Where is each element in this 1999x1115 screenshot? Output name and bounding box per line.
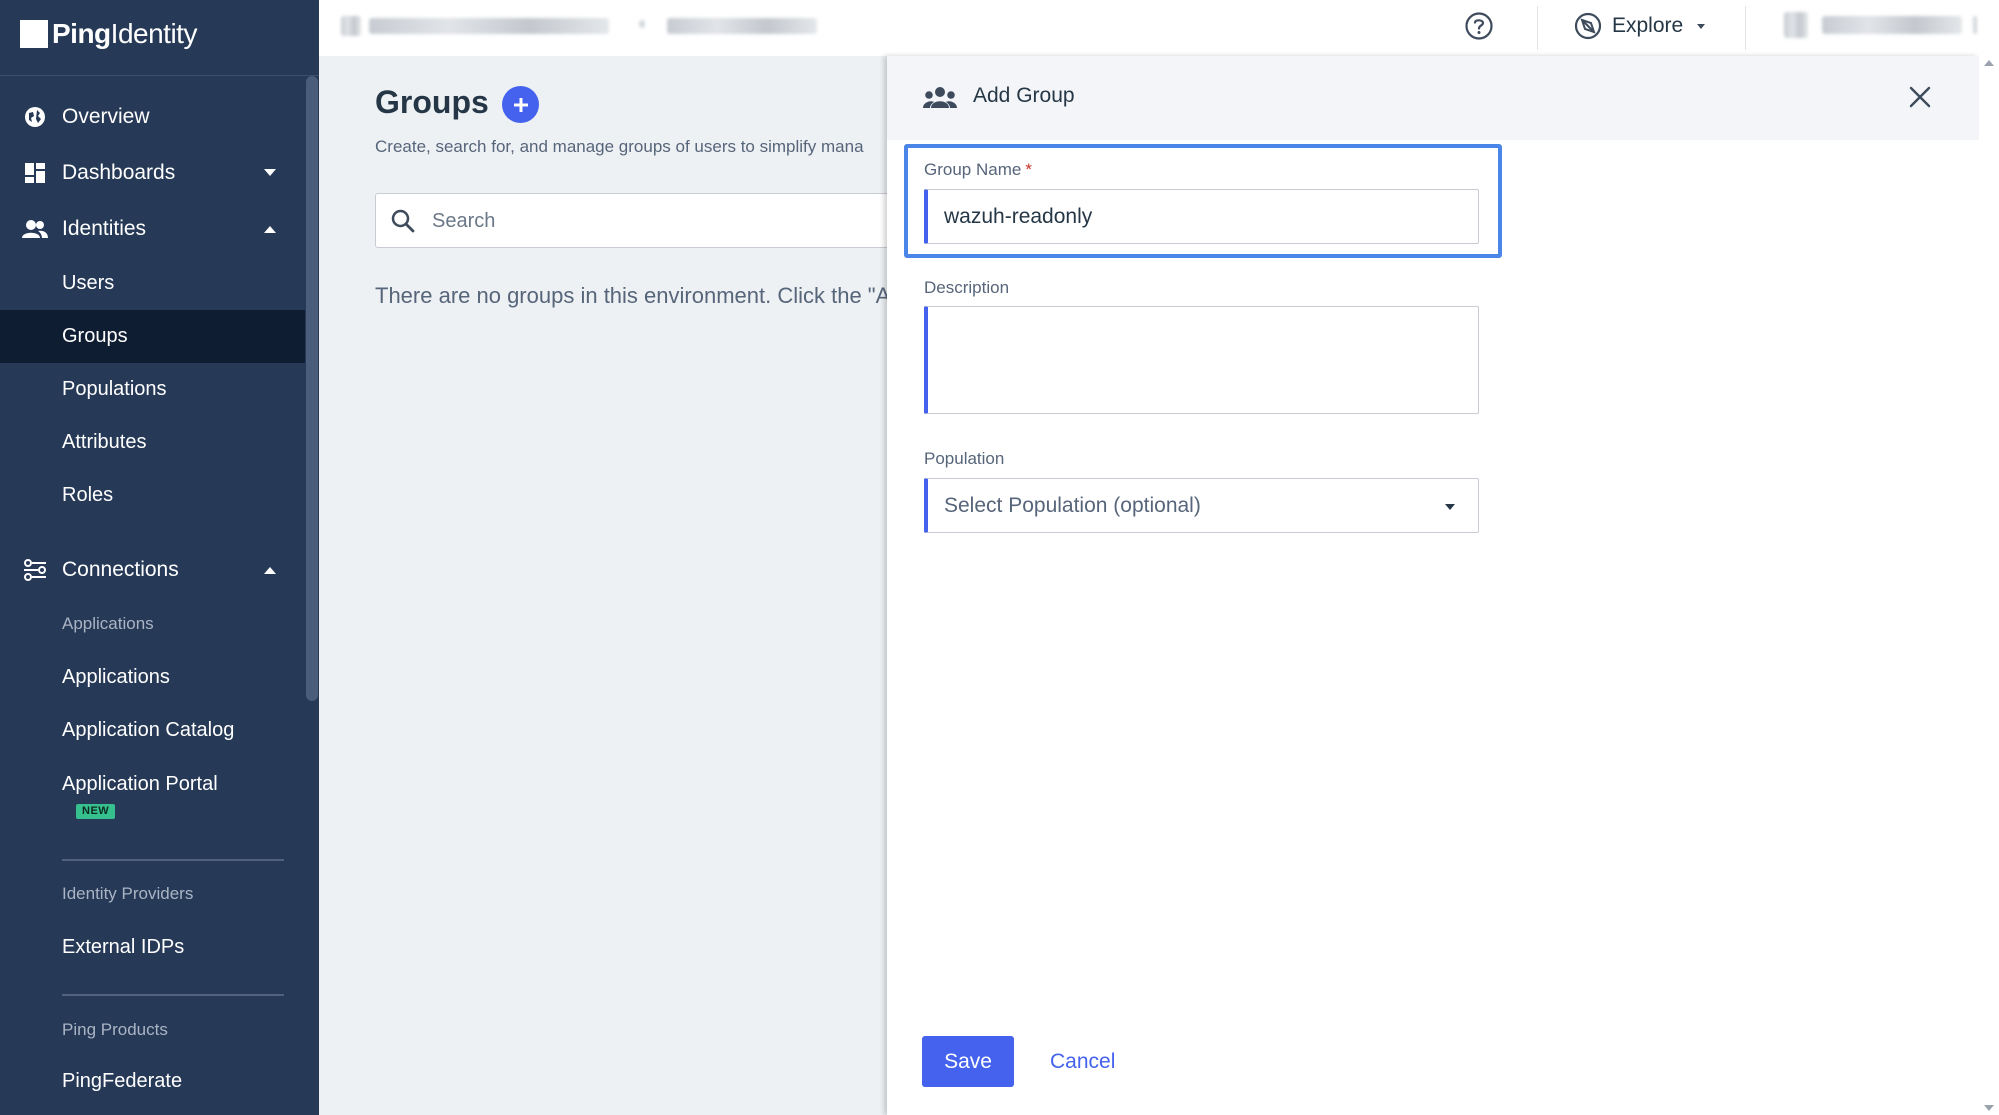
search-field[interactable] (375, 193, 895, 248)
sidebar-item-label: Populations (62, 378, 167, 400)
environment-icon-redacted (341, 16, 361, 36)
population-label: Population (924, 449, 1005, 468)
sidebar-item-dashboards[interactable]: Dashboards (0, 146, 305, 200)
page-title: Groups (375, 84, 489, 120)
help-circle-icon[interactable] (1464, 11, 1494, 41)
sidebar-item-label: Attributes (62, 431, 147, 453)
sidebar-divider (0, 75, 319, 76)
group-icon (923, 87, 957, 108)
sidebar-item-label: External IDPs (62, 936, 185, 958)
sidebar-item-identities[interactable]: Identities (0, 202, 305, 256)
sidebar-item-roles[interactable]: Roles (0, 469, 305, 522)
search-icon (391, 209, 415, 233)
page-description: Create, search for, and manage groups of… (375, 137, 864, 156)
user-avatar-redacted[interactable] (1784, 12, 1808, 38)
sidebar-item-groups[interactable]: Groups (0, 310, 305, 363)
sidebar-item-label: Application Portal (62, 773, 218, 795)
section-heading-applications: Applications (62, 614, 154, 633)
environment-name-redacted[interactable] (369, 18, 609, 34)
group-name-label-text: Group Name (924, 160, 1022, 179)
empty-state-message: There are no groups in this environment.… (375, 283, 891, 308)
save-button[interactable]: Save (922, 1036, 1014, 1087)
sidebar-divider (62, 994, 284, 996)
sidebar-item-label: Application Catalog (62, 719, 235, 741)
add-group-panel: Add Group Group Name* Description Popula… (887, 56, 1979, 1115)
chevron-up-icon (262, 562, 278, 578)
sidebar: Ping Identity Overview Dashboards Identi… (0, 0, 319, 1115)
user-menu-redacted (1973, 16, 1977, 34)
cancel-button[interactable]: Cancel (1050, 1050, 1115, 1074)
dashboard-icon (22, 160, 48, 186)
sidebar-item-pingfederate[interactable]: PingFederate (0, 1055, 305, 1108)
connections-icon (22, 557, 48, 583)
sidebar-item-label: Dashboards (62, 161, 176, 184)
description-label: Description (924, 278, 1010, 297)
sidebar-item-connections[interactable]: Connections (0, 543, 305, 597)
explore-label: Explore (1612, 14, 1684, 37)
top-bar-divider (1537, 6, 1538, 50)
panel-title: Add Group (973, 84, 1075, 107)
add-group-button[interactable] (502, 86, 539, 123)
chevron-down-icon (1445, 504, 1455, 510)
explore-menu-button[interactable]: Explore (1574, 10, 1707, 42)
sidebar-scrollbar[interactable] (306, 76, 318, 701)
sidebar-item-label: Connections (62, 558, 179, 581)
chevron-down-icon (262, 165, 278, 181)
search-input[interactable] (432, 202, 872, 240)
logo-text-light: Identity (110, 18, 198, 49)
people-icon (22, 216, 48, 242)
sidebar-item-label: Applications (62, 666, 170, 688)
sidebar-item-label: PingFederate (62, 1070, 183, 1092)
description-textarea[interactable] (924, 306, 1479, 414)
logo-text-bold: Ping (52, 18, 111, 49)
environment-type-redacted[interactable] (667, 18, 817, 34)
section-heading-ping-products: Ping Products (62, 1020, 168, 1039)
sidebar-item-label: Identities (62, 217, 147, 240)
group-name-input[interactable] (924, 189, 1479, 244)
scroll-down-arrow-icon[interactable] (1984, 1105, 1994, 1111)
sidebar-item-application-portal[interactable]: Application Portal (0, 758, 305, 811)
plus-icon (513, 97, 528, 112)
globe-icon (22, 104, 48, 130)
breadcrumb-separator-redacted (639, 20, 645, 28)
sidebar-item-label: Overview (62, 105, 150, 128)
sidebar-item-overview[interactable]: Overview (0, 90, 305, 144)
sidebar-item-application-catalog[interactable]: Application Catalog (0, 704, 305, 757)
population-select[interactable]: Select Population (optional) (924, 478, 1479, 533)
sidebar-item-label: Roles (62, 484, 114, 506)
page-scrollbar[interactable] (1979, 56, 1999, 1115)
sidebar-item-label: Groups (62, 325, 128, 347)
section-heading-identity-providers: Identity Providers (62, 884, 194, 903)
sidebar-item-populations[interactable]: Populations (0, 363, 305, 416)
sidebar-item-attributes[interactable]: Attributes (0, 416, 305, 469)
group-name-label: Group Name * (924, 160, 1032, 180)
close-icon[interactable] (1905, 82, 1935, 112)
chevron-up-icon (262, 221, 278, 237)
top-bar-divider (1745, 6, 1746, 50)
required-marker: * (1025, 160, 1032, 179)
new-badge: NEW (76, 804, 116, 819)
compass-icon (1574, 12, 1602, 40)
ping-identity-logo[interactable]: Ping Identity (20, 14, 197, 54)
sidebar-item-applications[interactable]: Applications (0, 651, 305, 704)
top-bar: Explore (319, 0, 1999, 56)
sidebar-item-external-idps[interactable]: External IDPs (0, 921, 305, 974)
sidebar-divider (62, 859, 284, 861)
sidebar-item-label: Users (62, 272, 115, 294)
user-name-redacted[interactable] (1822, 16, 1962, 34)
scroll-up-arrow-icon[interactable] (1984, 60, 1994, 66)
panel-header: Add Group (887, 56, 1979, 140)
chevron-down-icon (1697, 24, 1706, 29)
logo-mark (20, 20, 48, 48)
sidebar-item-users[interactable]: Users (0, 257, 305, 310)
population-select-value: Select Population (optional) (944, 493, 1201, 517)
